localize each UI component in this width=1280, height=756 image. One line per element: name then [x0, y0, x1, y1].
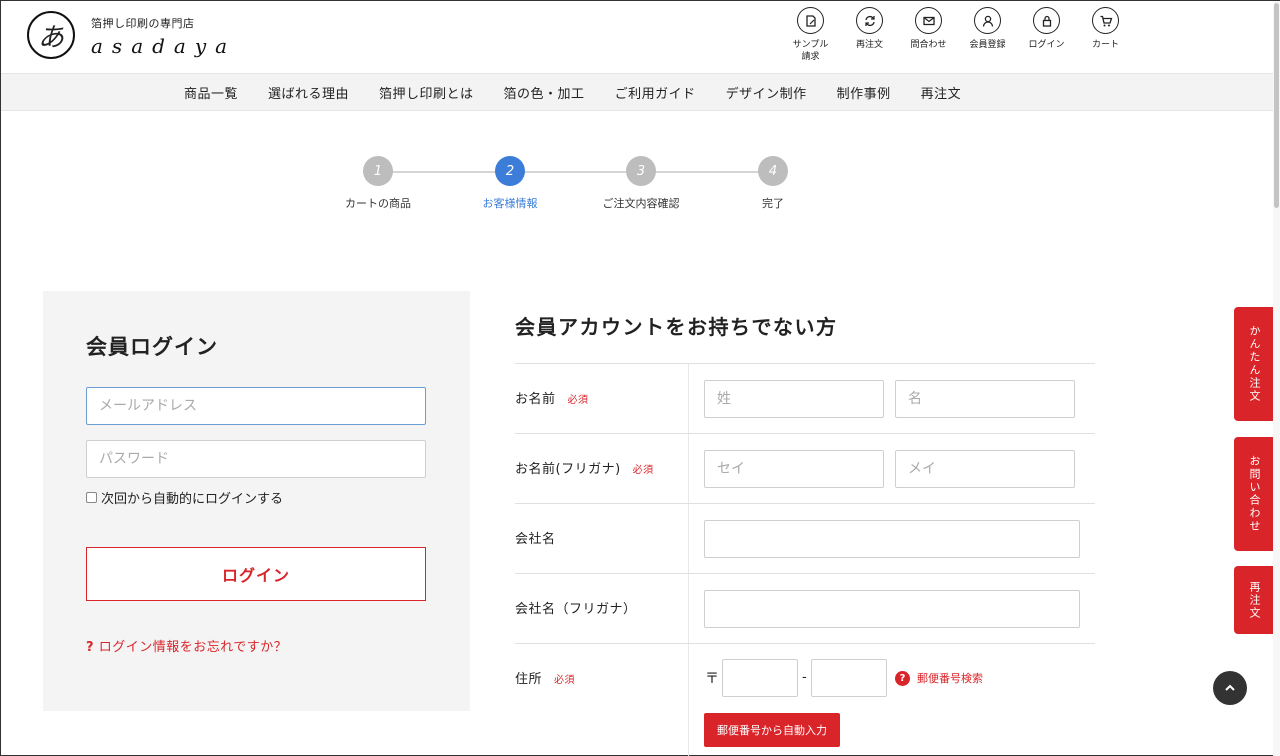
required-badge: 必須	[632, 465, 654, 476]
reorder-icon	[856, 7, 883, 34]
step-confirm: 3 ご注文内容確認	[581, 156, 701, 211]
postal-mark: 〒	[705, 671, 719, 687]
step-number: 2	[495, 156, 525, 186]
zip-dash: -	[802, 670, 807, 685]
user-icon	[974, 7, 1001, 34]
zip-autofill-button[interactable]: 郵便番号から自動入力	[704, 713, 840, 747]
zip-search-link[interactable]: ? 郵便番号検索	[895, 670, 983, 686]
step-number: 1	[363, 156, 393, 186]
step-customer-info: 2 お客様情報	[450, 156, 570, 211]
name-label: お名前 必須	[515, 392, 589, 407]
step-label: カートの商品	[345, 197, 411, 210]
remember-label: 次回から自動的にログインする	[101, 492, 284, 507]
step-cart: 1 カートの商品	[318, 156, 438, 211]
scroll-top-button[interactable]	[1213, 671, 1247, 705]
util-label: 再注文	[855, 40, 883, 50]
step-label: 完了	[762, 197, 784, 210]
logo-icon[interactable]: あ	[27, 11, 75, 59]
last-name-kana-input[interactable]	[704, 450, 884, 488]
side-tab-label: 再注文	[1248, 580, 1261, 620]
checkout-stepper: 1 カートの商品 2 お客様情報 3 ご注文内容確認 4 完了	[321, 156, 841, 216]
zip-search-label: 郵便番号検索	[917, 672, 983, 685]
global-nav: 商品一覧 選ばれる理由 箔押し印刷とは 箔の色・加工 ご利用ガイド デザイン制作…	[1, 73, 1280, 111]
login-button[interactable]: ログイン	[86, 547, 426, 601]
remember-checkbox[interactable]	[86, 492, 97, 503]
gnav-reasons[interactable]: 選ばれる理由	[253, 83, 364, 102]
util-reorder[interactable]: 再注文	[840, 7, 899, 63]
side-tab-reorder[interactable]: 再注文	[1234, 566, 1274, 634]
chevron-up-icon	[1225, 684, 1235, 691]
kana-label: お名前(フリガナ) 必須	[515, 462, 654, 477]
company-label: 会社名	[515, 532, 556, 547]
util-label: サンプル 請求	[792, 40, 829, 62]
scrollbar-thumb[interactable]	[1274, 3, 1279, 208]
side-tab-easy-order[interactable]: かんたん注文	[1234, 307, 1274, 421]
step-label: ご注文内容確認	[602, 197, 680, 210]
gnav-examples[interactable]: 制作事例	[822, 83, 906, 102]
site-header: あ 箔押し印刷の専門店 asadaya サンプル 請求 再注文 問合わせ 会員登…	[1, 1, 1280, 73]
util-label: 問合わせ	[910, 40, 947, 50]
cart-icon	[1092, 7, 1119, 34]
last-name-input[interactable]	[704, 380, 884, 418]
question-icon: ?	[895, 670, 910, 686]
util-cart[interactable]: カート	[1076, 7, 1135, 63]
zip-first-input[interactable]	[722, 659, 798, 697]
question-icon: ?	[86, 640, 95, 655]
util-sample-request[interactable]: サンプル 請求	[781, 7, 840, 63]
step-number: 3	[626, 156, 656, 186]
side-tab-contact[interactable]: お問い合わせ	[1234, 437, 1274, 551]
register-title: 会員アカウントをお持ちでない方	[515, 315, 838, 339]
address-label: 住所 必須	[515, 672, 576, 687]
step-label: お客様情報	[482, 197, 538, 210]
step-complete: 4 完了	[713, 156, 833, 211]
first-name-kana-input[interactable]	[895, 450, 1075, 488]
util-contact[interactable]: 問合わせ	[899, 7, 958, 63]
first-name-input[interactable]	[895, 380, 1075, 418]
login-title: 会員ログイン	[86, 335, 218, 359]
lock-icon	[1033, 7, 1060, 34]
sample-icon	[797, 7, 824, 34]
util-login[interactable]: ログイン	[1017, 7, 1076, 63]
member-login-panel: 会員ログイン 次回から自動的にログインする ログイン ? ログイン情報をお忘れで…	[43, 291, 470, 711]
mail-icon	[915, 7, 942, 34]
step-number: 4	[758, 156, 788, 186]
logo-tagline: 箔押し印刷の専門店	[91, 17, 195, 30]
remember-login[interactable]: 次回から自動的にログインする	[86, 488, 283, 507]
zip-second-input[interactable]	[811, 659, 887, 697]
email-input[interactable]	[86, 387, 426, 425]
company-input[interactable]	[704, 520, 1080, 558]
logo-brand[interactable]: asadaya	[91, 34, 236, 58]
forgot-login-link[interactable]: ? ログイン情報をお忘れですか？	[86, 636, 287, 655]
gnav-guide[interactable]: ご利用ガイド	[600, 83, 711, 102]
row-divider	[688, 504, 689, 574]
util-label: ログイン	[1028, 40, 1065, 50]
required-badge: 必須	[554, 675, 576, 686]
side-tab-label: かんたん注文	[1248, 325, 1261, 403]
row-divider	[688, 364, 689, 434]
company-kana-input[interactable]	[704, 590, 1080, 628]
gnav-about-foil[interactable]: 箔押し印刷とは	[364, 83, 489, 102]
gnav-foil-colors[interactable]: 箔の色・加工	[489, 83, 600, 102]
password-input[interactable]	[86, 440, 426, 478]
row-divider	[688, 574, 689, 644]
page-scrollbar[interactable]	[1273, 1, 1280, 756]
company-kana-label: 会社名（フリガナ）	[515, 602, 637, 617]
forgot-label: ログイン情報をお忘れですか？	[98, 640, 288, 655]
gnav-reorder[interactable]: 再注文	[906, 83, 977, 102]
util-register[interactable]: 会員登録	[958, 7, 1017, 63]
row-divider	[688, 644, 689, 756]
side-tab-label: お問い合わせ	[1248, 455, 1261, 533]
row-divider	[688, 434, 689, 504]
gnav-products[interactable]: 商品一覧	[169, 83, 253, 102]
utility-nav: サンプル 請求 再注文 問合わせ 会員登録 ログイン カート	[781, 7, 1135, 63]
gnav-design[interactable]: デザイン制作	[711, 83, 822, 102]
util-label: カート	[1091, 40, 1119, 50]
util-label: 会員登録	[969, 40, 1006, 50]
required-badge: 必須	[567, 395, 589, 406]
